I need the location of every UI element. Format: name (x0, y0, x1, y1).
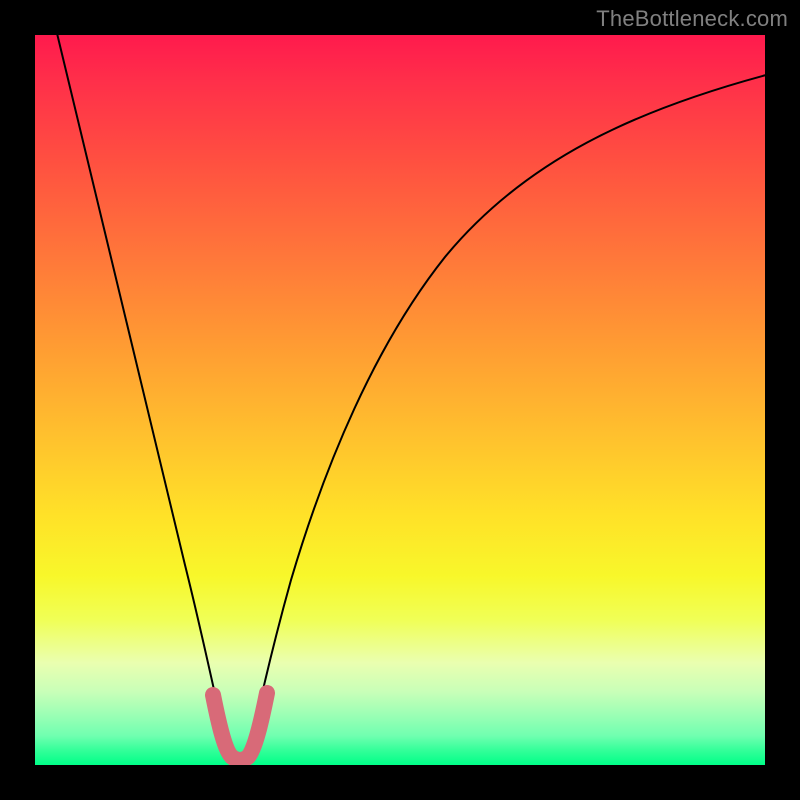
plot-area (35, 35, 765, 765)
curve-left-branch (55, 35, 229, 753)
chart-svg (35, 35, 765, 765)
watermark-text: TheBottleneck.com (596, 6, 788, 32)
curve-bottom-highlight (213, 693, 267, 760)
curve-right-branch (249, 74, 765, 753)
chart-frame: TheBottleneck.com (0, 0, 800, 800)
